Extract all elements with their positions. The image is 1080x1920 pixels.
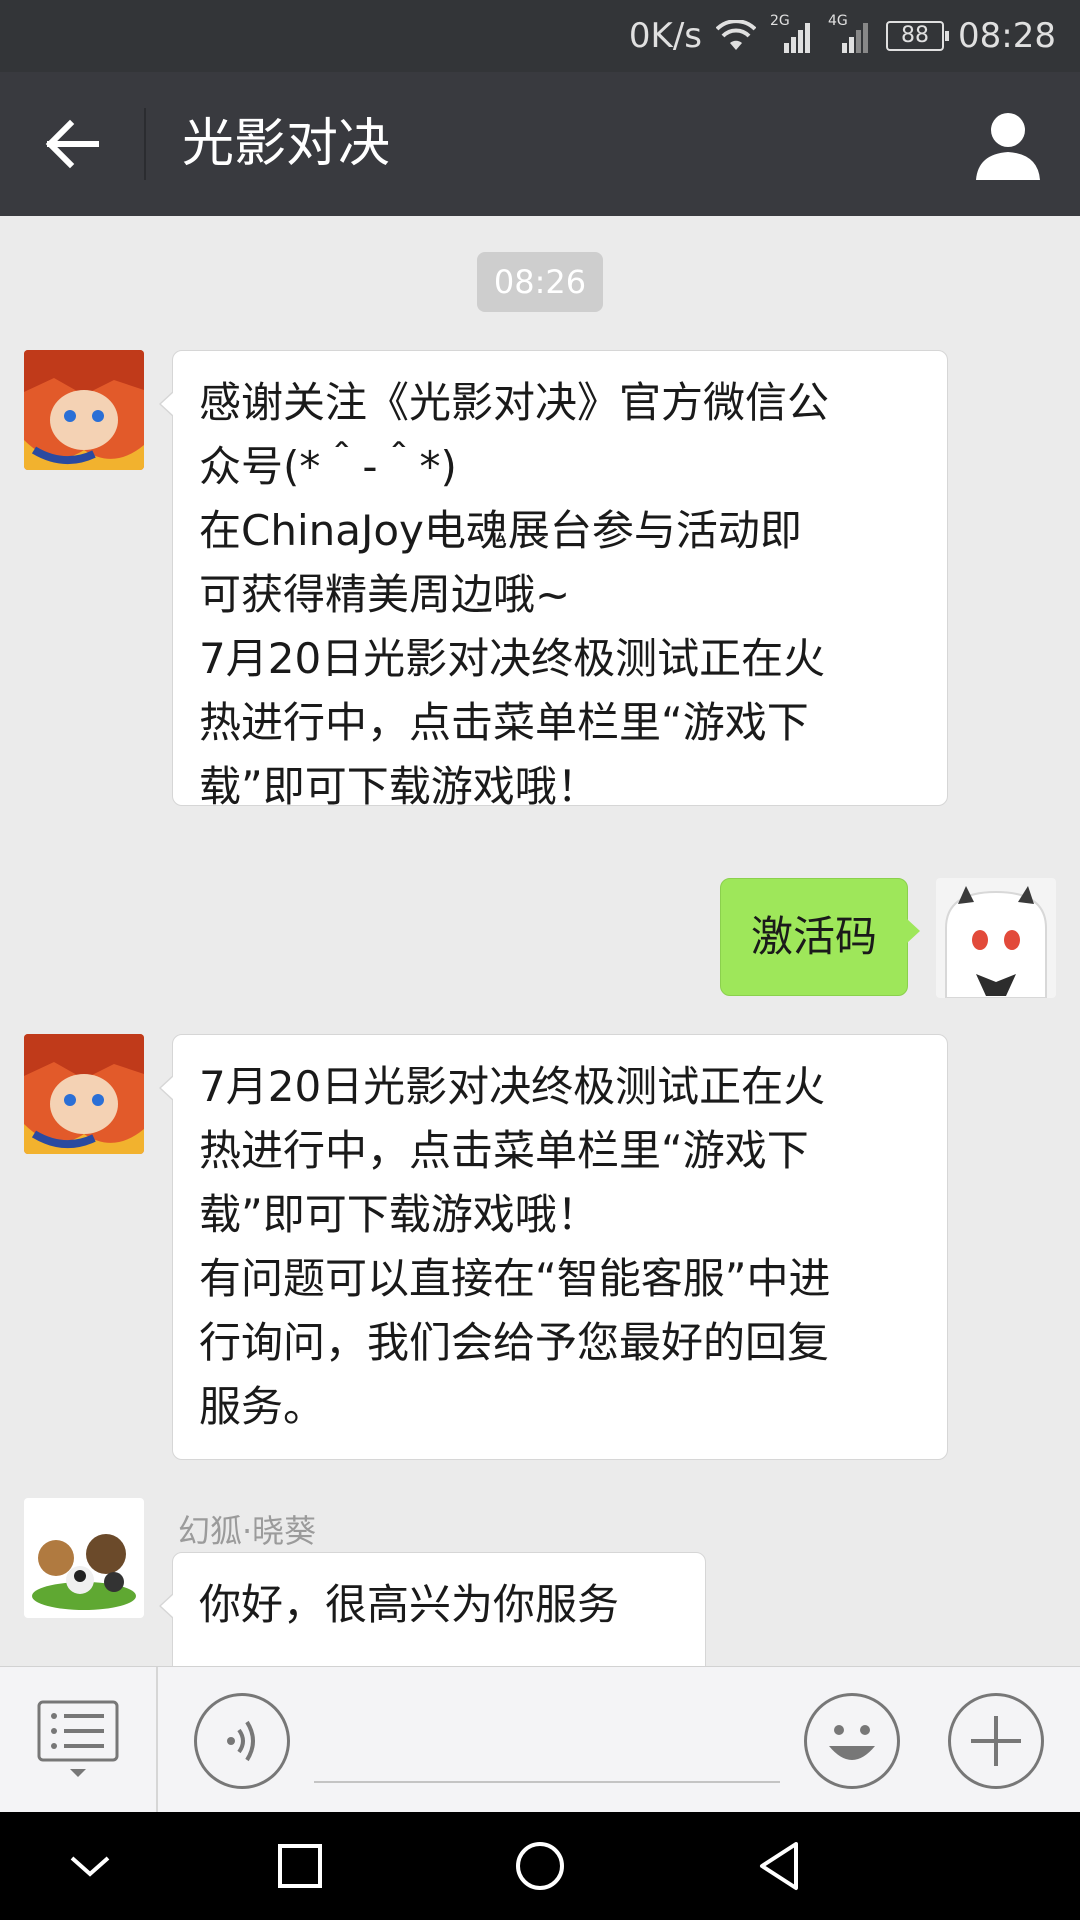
message-bubble-2[interactable]: 激活码 (720, 878, 920, 996)
chevron-down-icon (70, 1856, 110, 1877)
anime-girl-avatar-image (936, 878, 1056, 998)
signal-4g-label: 4G (828, 13, 848, 29)
game-character-avatar-image (24, 350, 144, 470)
fox-characters-avatar-image (24, 1498, 144, 1618)
input-divider (156, 1667, 158, 1813)
network-speed: 0K/s (628, 16, 703, 56)
status-bar: 0K/s 2G 4G 88 08:28 (0, 0, 1080, 72)
plus-icon (971, 1716, 1021, 1766)
message-bubble-1[interactable]: 感谢关注《光影对决》官方微信公 众号(*＾-＾*) 在ChinaJoy电魂展台参… (159, 350, 948, 811)
system-nav-bar (0, 1812, 1080, 1920)
voice-button[interactable] (194, 1693, 290, 1789)
triangle-back-icon (760, 1842, 798, 1890)
timestamp-label: 08:26 (477, 252, 603, 312)
profile-button[interactable] (966, 102, 1050, 186)
title-bar: 光影对决 (0, 72, 1080, 216)
agent-name: 幻狐·晓葵 (178, 1512, 317, 1550)
title-divider (144, 108, 146, 180)
emoji-button[interactable] (804, 1693, 900, 1789)
chat-area[interactable]: 08:26 感谢关注《光影对决》官方微信公 众号(*＾-＾*) 在ChinaJo… (0, 216, 1080, 1666)
wifi-icon (716, 20, 757, 52)
signal-4g-icon: 4G (828, 13, 872, 53)
message-bubble-3[interactable]: 7月20日光影对决终极测试正在火 热进行中，点击菜单栏里“游戏下 载”即可下载游… (159, 1034, 948, 1460)
nav-home-button[interactable] (504, 1830, 576, 1902)
my-avatar[interactable] (936, 878, 1056, 998)
menu-list-icon (37, 1700, 119, 1777)
official-avatar[interactable] (24, 350, 144, 470)
more-button[interactable] (948, 1693, 1044, 1789)
agent-avatar[interactable] (24, 1498, 144, 1618)
input-bar (0, 1666, 1080, 1813)
message-input[interactable] (314, 1707, 780, 1783)
nav-hide-button[interactable] (54, 1830, 126, 1902)
menu-toggle-button[interactable] (36, 1699, 120, 1783)
circle-icon (516, 1842, 564, 1890)
signal-2g-label: 2G (770, 13, 790, 29)
battery-icon: 88 (886, 21, 950, 51)
smiley-icon (829, 1725, 875, 1760)
back-button[interactable] (30, 102, 114, 186)
square-icon (278, 1844, 322, 1888)
official-avatar[interactable] (24, 1034, 144, 1154)
nav-recents-button[interactable] (264, 1830, 336, 1902)
voice-icon (227, 1720, 255, 1762)
clock: 08:28 (958, 16, 1056, 56)
page-title: 光影对决 (182, 114, 391, 174)
message-bubble-4[interactable]: 你好，很高兴为你服务 (159, 1552, 706, 1666)
game-character-avatar-image (24, 1034, 144, 1154)
person-icon (976, 113, 1040, 180)
nav-back-button[interactable] (744, 1830, 816, 1902)
signal-2g-icon: 2G (770, 13, 814, 53)
arrow-left-icon (45, 119, 99, 169)
